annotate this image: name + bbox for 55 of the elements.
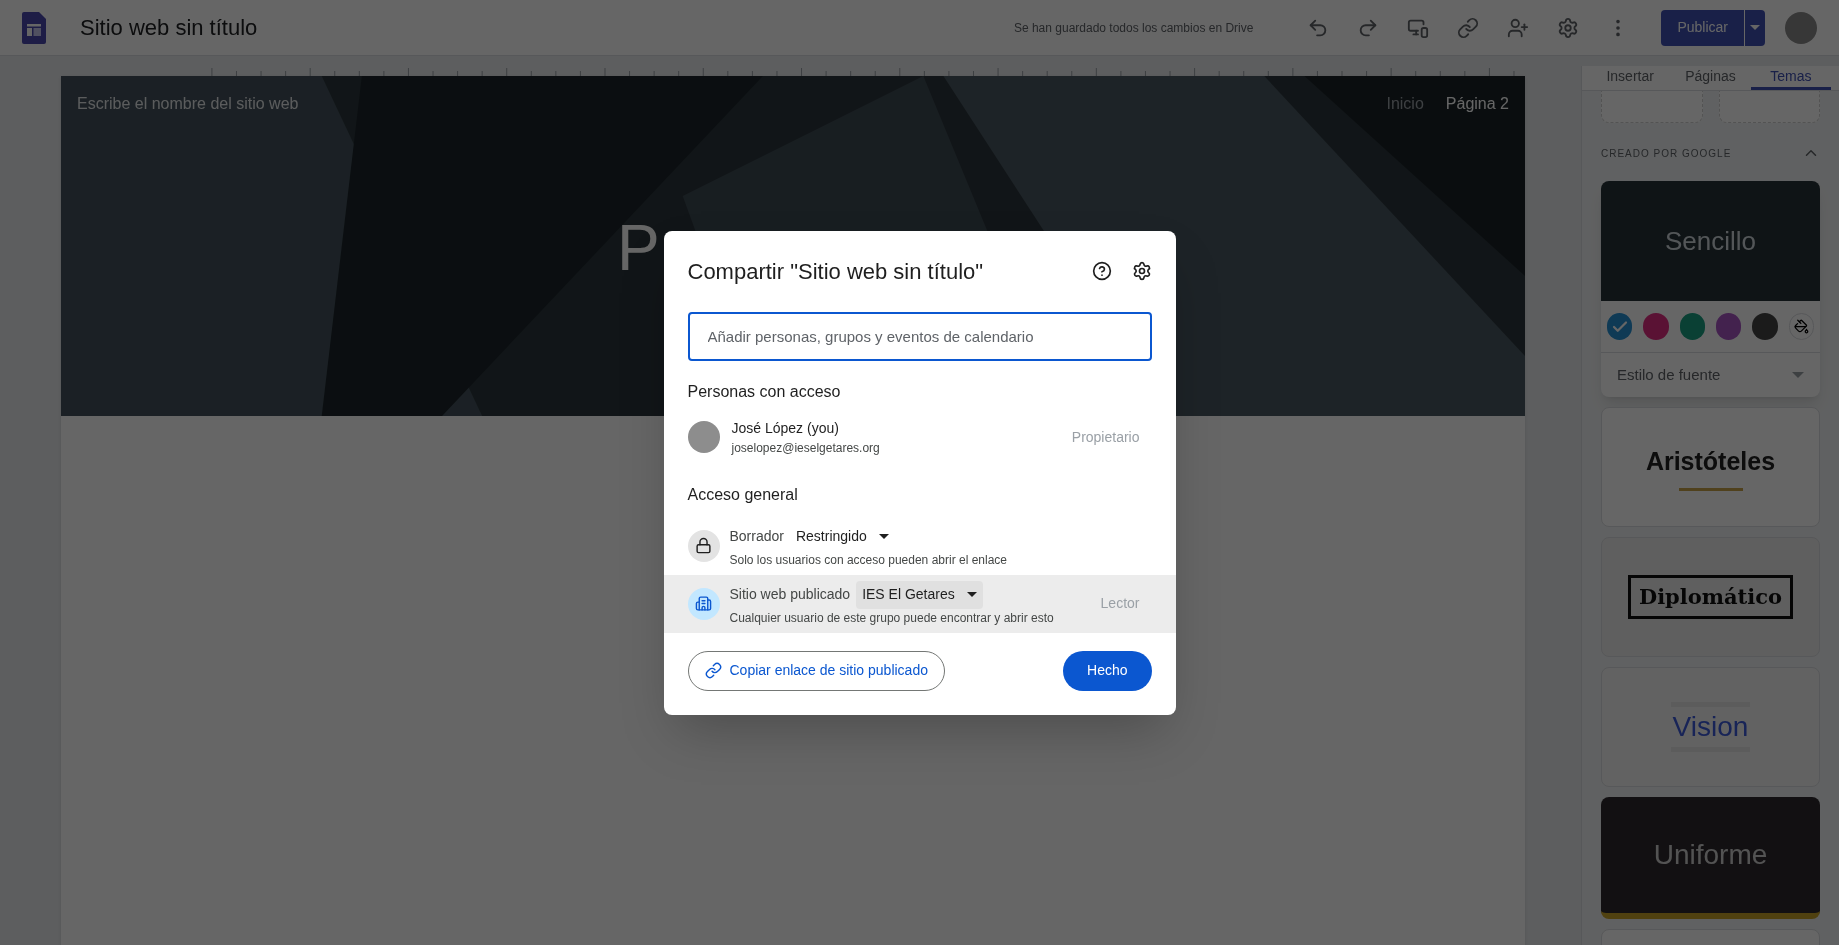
person-name: José López (you) — [731, 418, 840, 438]
role-label: Lector — [1100, 594, 1140, 613]
done-button[interactable]: Hecho — [1063, 650, 1152, 691]
help-icon[interactable] — [1091, 261, 1112, 281]
color-swatch[interactable] — [1752, 313, 1778, 340]
panel-tab[interactable]: Páginas — [1670, 66, 1751, 90]
theme-card[interactable]: Sencillo Estilo de fuente — [1601, 181, 1820, 397]
panel-tab[interactable]: Insertar — [1590, 66, 1671, 90]
color-swatch[interactable] — [1643, 313, 1669, 340]
access-description: Solo los usuarios con acceso pueden abrir el enlace — [729, 551, 1008, 569]
dialog-title: Compartir "Sitio web sin título" — [687, 257, 985, 286]
save-status: Se han guardado todos los cambios en Drive — [1013, 19, 1254, 37]
publish-options-button[interactable] — [1745, 9, 1765, 46]
section-heading: Personas con acceso — [686, 381, 842, 402]
hero-title[interactable]: P — [617, 216, 660, 280]
theme-card[interactable]: Uniforme — [1601, 797, 1820, 919]
access-label: Borrador — [729, 527, 784, 546]
lock-icon — [687, 529, 720, 562]
publish-button[interactable]: Publicar — [1661, 9, 1744, 46]
color-swatch[interactable] — [1607, 313, 1633, 340]
theme-name: Diplomático — [1627, 575, 1794, 619]
color-swatch[interactable] — [1679, 313, 1705, 340]
caret-icon — [1750, 25, 1760, 30]
theme-card[interactable]: Vision — [1601, 667, 1820, 787]
section-heading: CREADO POR GOOGLE — [1601, 146, 1733, 161]
theme-name: Vision — [1670, 702, 1751, 752]
add-people-field[interactable]: Añadir personas, grupos y eventos de calendario — [687, 311, 1152, 361]
user-avatar — [687, 421, 720, 453]
access-label: Sitio web publicado — [729, 585, 851, 604]
caret-icon — [1792, 372, 1804, 378]
underline-rule — [1678, 488, 1743, 492]
person-email: joselopez@ieselgetares.org — [731, 439, 881, 457]
caret-icon — [966, 592, 977, 597]
access-description: Cualquier usuario de este grupo puede encontrar y abrir esto — [729, 609, 1055, 627]
theme-name: Sencillo — [1664, 224, 1757, 258]
caret-icon — [878, 534, 889, 539]
account-avatar[interactable] — [1785, 11, 1817, 44]
link-icon — [704, 662, 722, 679]
theme-name: Aristóteles — [1645, 445, 1776, 477]
theme-name: Uniforme — [1653, 838, 1768, 872]
theme-card[interactable]: Aristóteles — [1601, 407, 1820, 527]
building-icon — [687, 587, 720, 620]
theme-card[interactable]: Diplomático — [1601, 537, 1820, 657]
site-title[interactable]: Sitio web sin título — [80, 11, 258, 44]
font-style-dropdown[interactable]: Estilo de fuente — [1601, 353, 1820, 397]
nav-link[interactable]: Página 2 — [1445, 92, 1509, 116]
settings-icon[interactable] — [1131, 261, 1152, 281]
color-swatch[interactable] — [1715, 313, 1742, 340]
site-name-placeholder[interactable]: Escribe el nombre del sitio web — [77, 92, 299, 116]
access-dropdown[interactable]: IES El Getares — [856, 580, 983, 609]
paint-bucket-icon — [1793, 319, 1809, 334]
section-heading: Acceso general — [686, 484, 799, 505]
access-dropdown[interactable]: Restringido — [789, 522, 895, 551]
role-label: Propietario — [1071, 427, 1140, 447]
sites-logo-icon[interactable] — [22, 11, 46, 44]
